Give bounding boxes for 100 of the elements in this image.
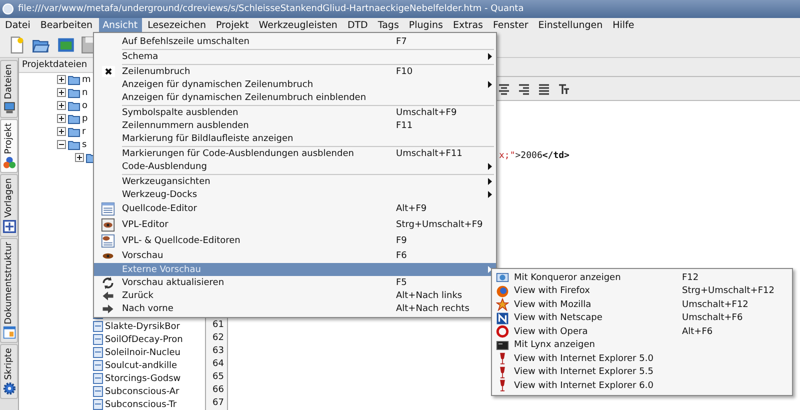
menu-item[interactable]: View with Netscape Umschalt+F6 (496, 312, 792, 325)
menu-item[interactable]: VPL- & Quellcode-Editoren F9 (94, 233, 496, 249)
folder-icon (68, 126, 80, 137)
expand-toggle[interactable] (57, 101, 66, 110)
menu-item[interactable]: View with Firefox Strg+Umschalt+F12 (496, 284, 792, 298)
menu-item[interactable]: Vorschau F6 (94, 249, 496, 263)
menu-item[interactable]: Hilfe (608, 18, 638, 33)
align-justify-icon[interactable] (538, 82, 550, 94)
menu-item[interactable]: View with Internet Explorer 5.5 (496, 366, 792, 379)
file-icon (93, 373, 103, 384)
menu-item[interactable]: Plugins (404, 18, 447, 33)
gear-icon (2, 382, 16, 396)
document-tree-icon (2, 326, 16, 340)
line-number: 65 (212, 371, 225, 384)
refresh-icon (101, 276, 115, 289)
menu-item[interactable]: Lesezeichen (144, 18, 210, 33)
file-name[interactable]: Slakte-DyrsikBor (105, 322, 180, 332)
folder-name[interactable]: s (82, 140, 87, 150)
menu-item[interactable]: Mit Konqueror anzeigen F12 (496, 271, 792, 284)
line-number: 62 (212, 332, 225, 345)
side-tab[interactable]: Dokumentstruktur (0, 238, 18, 344)
app-icon (2, 3, 14, 15)
menu-item[interactable]: Werkzeugansichten (94, 175, 496, 188)
window-title: file:///var/www/metafa/underground/cdreviews/s/SchleisseStankendGliud-HartnaeckigeNebelfelder.htm - Quanta (18, 4, 524, 14)
menu-item[interactable]: DTD (343, 18, 372, 33)
expand-toggle[interactable] (57, 88, 66, 97)
menu-item[interactable]: View with Mozilla Umschalt+F12 (496, 298, 792, 312)
folder-name[interactable]: r (82, 126, 86, 136)
folder-icon[interactable] (56, 36, 76, 54)
folder-name[interactable]: o (82, 100, 88, 110)
menu-item[interactable]: View with Internet Explorer 6.0 (496, 379, 792, 392)
check-mark[interactable] (102, 66, 114, 77)
folder-icon (68, 100, 80, 111)
eye-picture-icon (101, 218, 115, 232)
square-letter-icon (496, 312, 509, 325)
file-name[interactable]: Subconscious-Ar (105, 386, 180, 396)
folder-icon (68, 87, 80, 98)
menu-item[interactable]: Zeilennummern ausblenden F11 (94, 119, 496, 132)
new-file-icon[interactable] (8, 36, 26, 54)
text-format-icon[interactable] (558, 82, 570, 94)
list-document-icon (101, 202, 115, 216)
file-icon (93, 334, 103, 345)
file-icon (93, 347, 103, 358)
menu-item[interactable]: Projekt (212, 18, 253, 33)
folder-name[interactable]: p (82, 114, 88, 124)
star-icon (496, 298, 509, 312)
menu-item[interactable]: View with Opera Alt+F6 (496, 325, 792, 338)
menu-item[interactable]: Extras (448, 18, 487, 33)
menu-item[interactable]: Datei (1, 18, 34, 33)
expand-toggle[interactable] (75, 153, 84, 162)
menu-item[interactable]: Werkzeug-Docks (94, 188, 496, 201)
collapse-toggle[interactable] (57, 140, 66, 149)
side-tab[interactable]: Vorlagen (0, 174, 18, 237)
side-tab[interactable]: Projekt (0, 119, 18, 174)
side-tab[interactable]: Skripte (0, 344, 18, 400)
menu-item[interactable]: Mit Lynx anzeigen (496, 338, 792, 352)
folder-icon (68, 139, 80, 150)
menu-item[interactable]: View with Internet Explorer 5.0 (496, 352, 792, 366)
colored-balls-icon (2, 156, 16, 170)
right-arrow-icon (101, 302, 115, 315)
file-name[interactable]: Storcings-Godsw (105, 374, 181, 384)
terminal-icon (496, 338, 509, 352)
file-name[interactable]: SoilOfDecay-Pron (105, 334, 183, 344)
folder-icon (68, 113, 80, 124)
menu-item[interactable]: Markierung für Bildlaufleiste anzeigen (94, 132, 496, 145)
file-icon (93, 321, 103, 332)
menu-item[interactable]: Tags (374, 18, 403, 33)
menu-item[interactable]: Werkzeugleisten (254, 18, 342, 33)
line-number: 64 (212, 358, 225, 371)
menu-item[interactable]: VPL-Editor Strg+Umschalt+F9 (94, 217, 496, 233)
expand-toggle[interactable] (57, 127, 66, 136)
align-center-icon[interactable] (498, 82, 510, 94)
menu-item[interactable]: Fenster (488, 18, 532, 33)
file-icon (93, 399, 103, 410)
menu-item[interactable]: Einstellungen (534, 18, 607, 33)
menu-item[interactable]: Code-Ausblendung (94, 160, 496, 173)
menu-item[interactable]: Bearbeiten (36, 18, 97, 33)
line-number: 66 (212, 384, 225, 397)
line-number: 67 (212, 397, 225, 410)
menu-item[interactable]: Quellcode-Editor Alt+F9 (94, 201, 496, 217)
menu-item[interactable]: Anzeigen für dynamischen Zeilenumbruch (94, 78, 496, 91)
file-name[interactable]: Soulcut-andkille (105, 360, 178, 370)
expand-toggle[interactable] (57, 75, 66, 84)
file-name[interactable]: Soleilnoir-Nucleu (105, 348, 180, 358)
file-icon (93, 360, 103, 371)
file-name[interactable]: Subconscious-Tr (105, 400, 177, 410)
file-icon (93, 386, 103, 397)
monitor-icon (2, 101, 16, 114)
side-tab[interactable]: Dateien (0, 60, 18, 118)
align-right-icon[interactable] (518, 82, 530, 94)
expand-toggle[interactable] (57, 114, 66, 123)
folder-name[interactable]: n (82, 88, 88, 98)
left-arrow-icon (101, 289, 115, 302)
menu-item[interactable]: Anzeigen für dynamischen Zeilenumbruch einblenden (94, 91, 496, 104)
menu-item[interactable]: Markierungen für Code-Ausblendungen ausblenden Umschalt+F11 (94, 147, 496, 160)
crosshair-frame-icon (2, 220, 16, 233)
menu-item[interactable]: Auf Befehlszeile umschalten F7 (94, 35, 496, 48)
folder-name[interactable]: m (82, 74, 91, 84)
menu-item[interactable]: Symbolspalte ausblenden Umschalt+F9 (94, 106, 496, 119)
line-number: 61 (212, 319, 225, 332)
